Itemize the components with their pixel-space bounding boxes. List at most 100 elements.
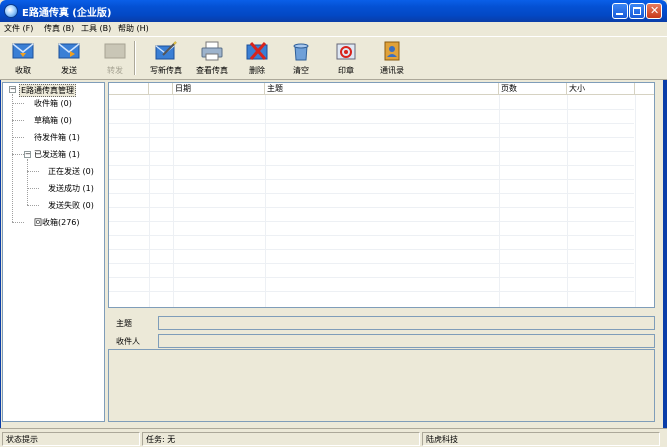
- menu-help[interactable]: 帮助 (H): [118, 23, 149, 34]
- minimize-icon: [616, 13, 623, 15]
- tree-connector: [12, 137, 24, 138]
- title-bar[interactable]: E路通传真 (企业版) ✕: [0, 0, 667, 22]
- tree-item-drafts[interactable]: 草稿箱 (0): [34, 115, 72, 126]
- column-header-attach[interactable]: [149, 83, 173, 95]
- view-fax-label: 查看传真: [196, 66, 228, 75]
- window-border-right: [663, 22, 667, 447]
- tree-item-sent[interactable]: 已发送箱 (1): [34, 149, 80, 160]
- folder-tree[interactable]: − E路通传真管理 收件箱 (0) 草稿箱 (0) 待发件箱 (1) − 已发送…: [2, 82, 105, 422]
- fax-preview-area[interactable]: [108, 349, 655, 422]
- grid-line: [109, 277, 634, 278]
- window-title: E路通传真 (企业版): [22, 8, 112, 19]
- grid-line: [109, 151, 634, 152]
- recipient-field[interactable]: [158, 334, 655, 348]
- stamp-label: 印章: [338, 66, 354, 75]
- forward-label: 转发: [107, 66, 123, 75]
- grid-line: [109, 221, 634, 222]
- grid-line: [109, 193, 634, 194]
- trash-bin-icon: [293, 43, 309, 61]
- contacts-button[interactable]: 通讯录: [372, 39, 412, 77]
- grid-line: [109, 263, 634, 264]
- tree-connector: [12, 154, 24, 155]
- receive-button[interactable]: 收取: [6, 39, 40, 77]
- status-hint: 状态提示: [2, 432, 140, 446]
- grid-line: [109, 109, 634, 110]
- send-label: 发送: [61, 66, 77, 75]
- tree-item-sent-ok[interactable]: 发送成功 (1): [48, 183, 94, 194]
- grid-line: [109, 291, 634, 292]
- forward-button[interactable]: 转发: [98, 39, 132, 77]
- view-fax-button[interactable]: 查看传真: [190, 39, 234, 77]
- grid-line: [635, 95, 636, 307]
- tree-root[interactable]: E路通传真管理: [19, 84, 77, 97]
- tree-item-recycle[interactable]: 回收箱(276): [34, 217, 80, 228]
- column-header-subject[interactable]: 主题: [265, 83, 499, 95]
- send-button[interactable]: 发送: [52, 39, 86, 77]
- receive-label: 收取: [15, 66, 31, 75]
- tree-connector: [12, 120, 24, 121]
- subject-field[interactable]: [158, 316, 655, 330]
- status-task: 任务: 无: [142, 432, 420, 446]
- fax-list[interactable]: 日期 主题 页数 大小: [108, 82, 655, 308]
- tree-connector: [12, 103, 24, 104]
- status-company: 陆虎科技: [422, 432, 660, 446]
- grid-line: [109, 235, 634, 236]
- stamp-button[interactable]: 印章: [329, 39, 363, 77]
- tree-connector: [27, 171, 39, 172]
- close-button[interactable]: ✕: [646, 3, 662, 19]
- tree-connector: [12, 222, 24, 223]
- grid-line: [149, 95, 150, 307]
- delete-button[interactable]: 删除: [240, 39, 274, 77]
- column-header-status[interactable]: [109, 83, 149, 95]
- tree-item-outbox[interactable]: 待发件箱 (1): [34, 132, 80, 143]
- tree-item-sent-fail[interactable]: 发送失败 (0): [48, 200, 94, 211]
- maximize-button[interactable]: [629, 3, 645, 19]
- tree-item-sending[interactable]: 正在发送 (0): [48, 166, 94, 177]
- tree-connector: [27, 159, 28, 205]
- printer-icon: [201, 41, 223, 61]
- stamp-icon: [336, 43, 356, 60]
- toolbar: 收取 发送 转发 写新传真 查看传真 删除 清空 印章 通讯录: [0, 36, 667, 80]
- toolbar-separator: [134, 41, 136, 75]
- maximize-icon: [633, 7, 641, 15]
- grid-line: [109, 179, 634, 180]
- address-book-icon: [384, 41, 400, 61]
- compose-button[interactable]: 写新传真: [146, 39, 186, 77]
- delete-label: 删除: [249, 66, 265, 75]
- recipient-label: 收件人: [116, 337, 140, 346]
- list-header: 日期 主题 页数 大小: [109, 83, 654, 95]
- tree-connector: [27, 205, 39, 206]
- column-header-date[interactable]: 日期: [173, 83, 265, 95]
- clear-button[interactable]: 清空: [284, 39, 318, 77]
- contacts-label: 通讯录: [380, 66, 404, 75]
- grid-line: [109, 165, 634, 166]
- grid-line: [109, 249, 634, 250]
- compose-icon: [155, 41, 177, 60]
- grid-line: [567, 95, 568, 307]
- close-icon: ✕: [650, 4, 660, 17]
- menu-tools[interactable]: 工具 (B): [81, 23, 111, 34]
- minimize-button[interactable]: [612, 3, 628, 19]
- grid-line: [265, 95, 266, 307]
- grid-line: [499, 95, 500, 307]
- menu-fax[interactable]: 传真 (B): [44, 23, 74, 34]
- grid-line: [109, 123, 634, 124]
- tree-item-inbox[interactable]: 收件箱 (0): [34, 98, 72, 109]
- root-collapse-toggle[interactable]: −: [9, 86, 16, 93]
- column-header-size[interactable]: 大小: [567, 83, 635, 95]
- grid-line: [109, 207, 634, 208]
- tree-connector: [27, 188, 39, 189]
- menu-file[interactable]: 文件 (F): [4, 23, 33, 34]
- grid-line: [109, 137, 634, 138]
- grid-line: [173, 95, 174, 307]
- envelope-send-icon: [58, 43, 80, 59]
- column-header-pages[interactable]: 页数: [499, 83, 567, 95]
- compose-label: 写新传真: [150, 66, 182, 75]
- menu-bar: 文件 (F) 传真 (B) 工具 (B) 帮助 (H): [0, 22, 667, 36]
- envelope-receive-icon: [12, 43, 34, 59]
- tree-connector: [12, 94, 13, 222]
- app-icon[interactable]: [4, 4, 18, 18]
- delete-icon: [246, 42, 268, 60]
- sent-collapse-toggle[interactable]: −: [24, 151, 31, 158]
- forward-icon: [104, 43, 126, 59]
